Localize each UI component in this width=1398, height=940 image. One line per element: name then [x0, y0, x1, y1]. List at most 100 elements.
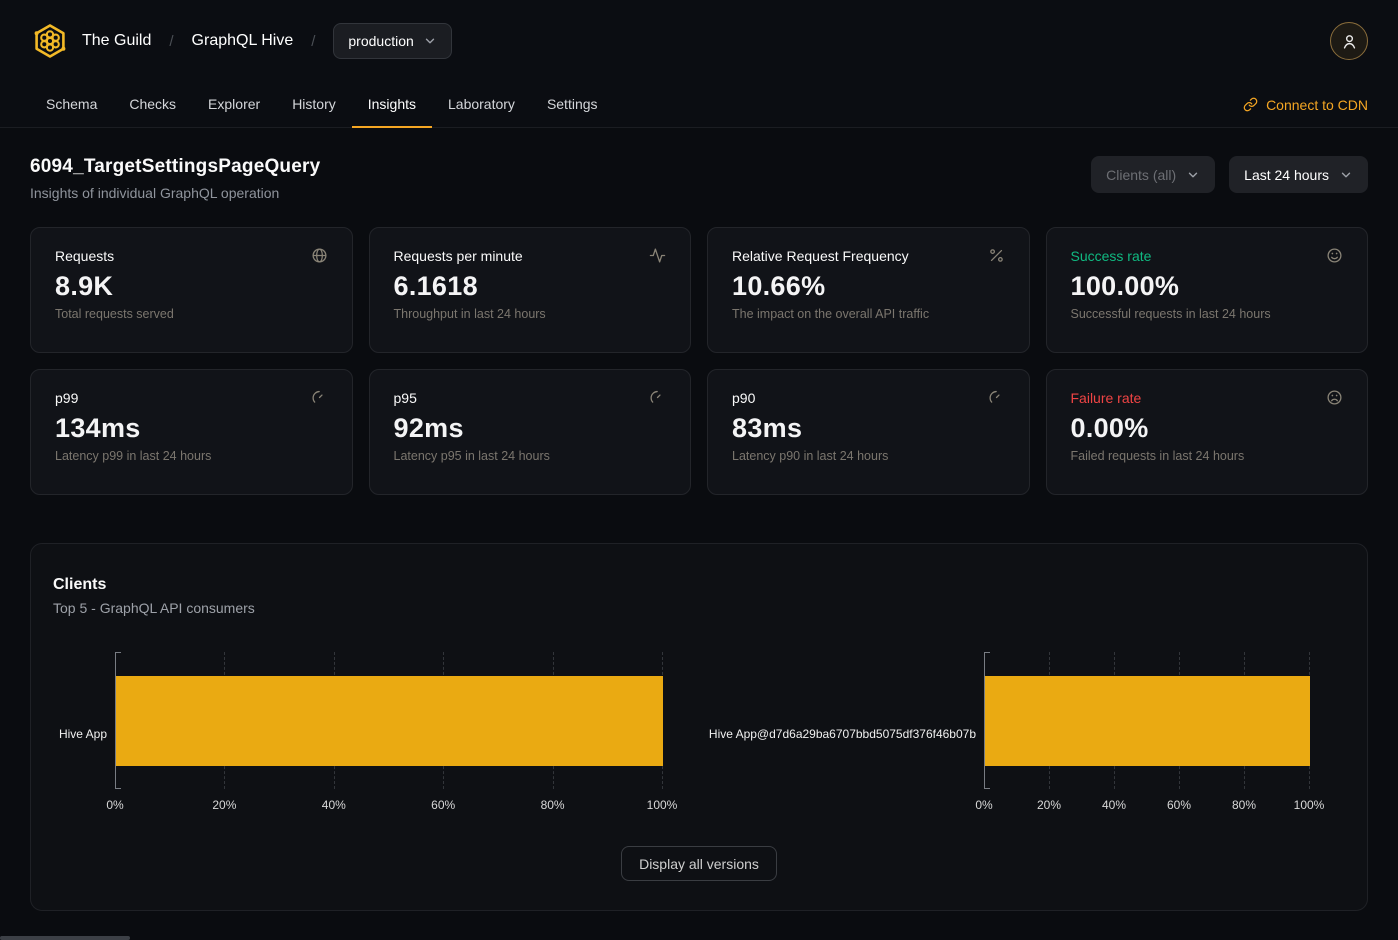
chevron-down-icon — [1186, 168, 1200, 182]
stat-card-failure-rate: Failure rate 0.00% Failed requests in la… — [1046, 369, 1369, 495]
y-axis-label: Hive App — [51, 652, 115, 816]
x-tick: 40% — [322, 798, 346, 812]
connect-to-cdn-label: Connect to CDN — [1266, 97, 1368, 113]
bar-hive-app-version[interactable] — [985, 676, 1310, 766]
tab-schema[interactable]: Schema — [30, 82, 113, 128]
clients-filter-dropdown[interactable]: Clients (all) — [1091, 156, 1215, 193]
stat-title: Requests — [55, 248, 114, 264]
gauge-icon — [649, 389, 666, 406]
stat-card-success-rate: Success rate 100.00% Successful requests… — [1046, 227, 1369, 353]
page-header: 6094_TargetSettingsPageQuery Insights of… — [30, 156, 1368, 201]
chevron-down-icon — [1339, 168, 1353, 182]
stat-card-p99: p99 134ms Latency p99 in last 24 hours — [30, 369, 353, 495]
x-tick: 100% — [647, 798, 678, 812]
x-tick: 80% — [541, 798, 565, 812]
client-chart-hive-app: Hive App 0% 20% — [51, 652, 698, 816]
stat-title: p95 — [394, 390, 417, 406]
y-axis-label: Hive App@d7d6a29ba6707bbd5075df376f46b07… — [698, 652, 984, 816]
y-axis-tick — [984, 788, 990, 789]
top-bar: The Guild / GraphQL Hive / production — [0, 0, 1398, 82]
period-filter-dropdown[interactable]: Last 24 hours — [1229, 156, 1368, 193]
globe-icon — [311, 247, 328, 264]
tab-settings[interactable]: Settings — [531, 82, 614, 128]
plot-area: 0% 20% 40% 60% 80% 100% — [984, 652, 1309, 816]
x-tick: 80% — [1232, 798, 1256, 812]
stat-description: Failed requests in last 24 hours — [1071, 449, 1344, 463]
stat-description: The impact on the overall API traffic — [732, 307, 1005, 321]
x-tick: 60% — [431, 798, 455, 812]
page-title: 6094_TargetSettingsPageQuery — [30, 156, 320, 178]
breadcrumb: The Guild / GraphQL Hive / production — [82, 23, 452, 59]
x-tick: 40% — [1102, 798, 1126, 812]
stat-description: Successful requests in last 24 hours — [1071, 307, 1344, 321]
stat-title: Relative Request Frequency — [732, 248, 909, 264]
stat-value: 134ms — [55, 413, 328, 444]
page-subtitle: Insights of individual GraphQL operation — [30, 185, 320, 201]
horizontal-scrollbar-thumb[interactable] — [0, 936, 130, 940]
stat-description: Latency p90 in last 24 hours — [732, 449, 1005, 463]
stat-value: 83ms — [732, 413, 1005, 444]
bar-hive-app[interactable] — [116, 676, 663, 766]
y-axis-tick — [984, 652, 990, 653]
clients-title: Clients — [53, 576, 1347, 594]
frown-icon — [1326, 389, 1343, 406]
display-all-versions-button[interactable]: Display all versions — [621, 846, 777, 881]
tab-explorer[interactable]: Explorer — [192, 82, 276, 128]
link-icon — [1243, 97, 1258, 112]
stat-value: 92ms — [394, 413, 667, 444]
hive-logo-icon[interactable] — [30, 21, 70, 61]
stat-card-p95: p95 92ms Latency p95 in last 24 hours — [369, 369, 692, 495]
stat-description: Total requests served — [55, 307, 328, 321]
clients-panel: Clients Top 5 - GraphQL API consumers Hi… — [30, 543, 1368, 911]
target-selector-dropdown[interactable]: production — [333, 23, 451, 59]
period-filter-label: Last 24 hours — [1244, 167, 1329, 183]
stat-value: 6.1618 — [394, 271, 667, 302]
stat-title: Failure rate — [1071, 390, 1142, 406]
stat-title: p99 — [55, 390, 78, 406]
tab-checks[interactable]: Checks — [113, 82, 192, 128]
tab-laboratory[interactable]: Laboratory — [432, 82, 531, 128]
tab-history[interactable]: History — [276, 82, 352, 128]
percent-icon — [988, 247, 1005, 264]
stat-card-requests: Requests 8.9K Total requests served — [30, 227, 353, 353]
gauge-icon — [988, 389, 1005, 406]
main-content: 6094_TargetSettingsPageQuery Insights of… — [0, 156, 1398, 911]
chevron-down-icon — [423, 34, 437, 48]
client-charts: Hive App 0% 20% — [51, 652, 1347, 816]
smile-icon — [1326, 247, 1343, 264]
stat-description: Latency p99 in last 24 hours — [55, 449, 328, 463]
activity-icon — [649, 247, 666, 264]
user-icon — [1341, 33, 1358, 50]
stat-card-rpm: Requests per minute 6.1618 Throughput in… — [369, 227, 692, 353]
stat-value: 8.9K — [55, 271, 328, 302]
x-tick: 0% — [106, 798, 123, 812]
y-axis-tick — [115, 652, 121, 653]
y-axis-tick — [115, 788, 121, 789]
gauge-icon — [311, 389, 328, 406]
stat-value: 100.00% — [1071, 271, 1344, 302]
stat-title: p90 — [732, 390, 755, 406]
user-avatar[interactable] — [1330, 22, 1368, 60]
filters: Clients (all) Last 24 hours — [1091, 156, 1368, 193]
tab-insights[interactable]: Insights — [352, 82, 432, 128]
stat-description: Throughput in last 24 hours — [394, 307, 667, 321]
stat-card-p90: p90 83ms Latency p90 in last 24 hours — [707, 369, 1030, 495]
x-axis-ticks: 0% 20% 40% 60% 80% 100% — [115, 798, 662, 816]
panel-footer: Display all versions — [51, 846, 1347, 881]
client-chart-hive-app-version: Hive App@d7d6a29ba6707bbd5075df376f46b07… — [698, 652, 1345, 816]
main-nav: Schema Checks Explorer History Insights … — [0, 82, 1398, 128]
x-tick: 20% — [1037, 798, 1061, 812]
stat-title: Requests per minute — [394, 248, 523, 264]
target-selector-label: production — [348, 33, 413, 49]
x-tick: 0% — [975, 798, 992, 812]
stat-card-relative-frequency: Relative Request Frequency 10.66% The im… — [707, 227, 1030, 353]
breadcrumb-org[interactable]: The Guild — [82, 32, 151, 50]
stat-title: Success rate — [1071, 248, 1152, 264]
breadcrumb-project[interactable]: GraphQL Hive — [192, 32, 294, 50]
connect-to-cdn-link[interactable]: Connect to CDN — [1243, 82, 1368, 127]
stat-value: 0.00% — [1071, 413, 1344, 444]
x-tick: 60% — [1167, 798, 1191, 812]
stat-description: Latency p95 in last 24 hours — [394, 449, 667, 463]
breadcrumb-separator: / — [311, 33, 315, 50]
clients-filter-label: Clients (all) — [1106, 167, 1176, 183]
